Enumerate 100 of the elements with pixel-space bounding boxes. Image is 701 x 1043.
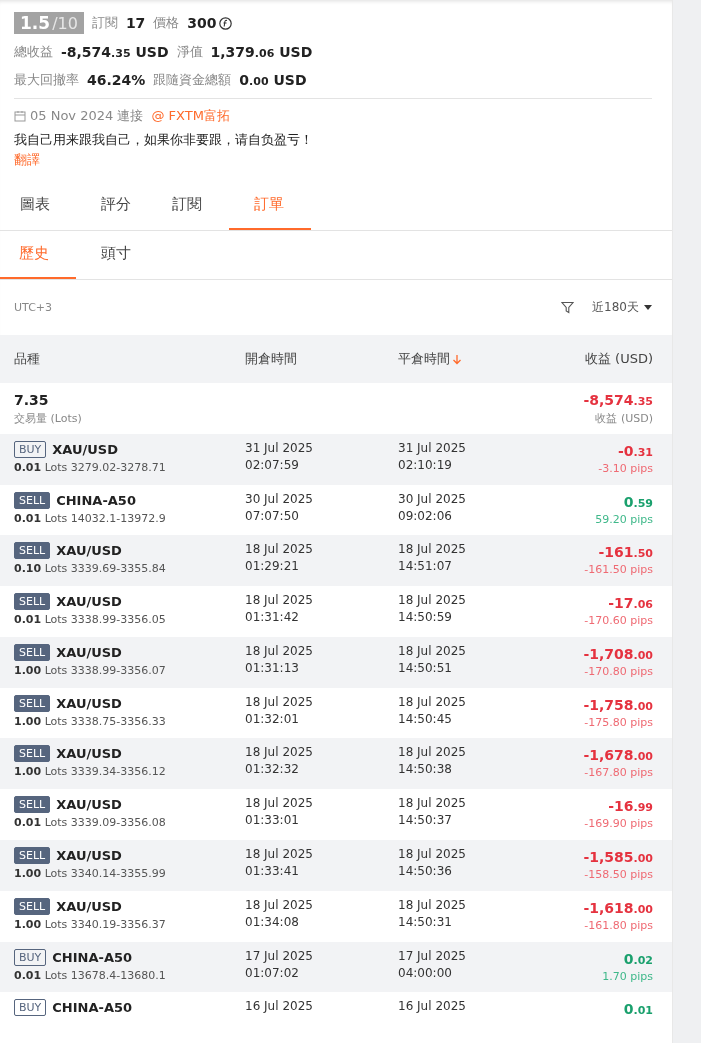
side-badge: SELL [14, 694, 51, 712]
period-dropdown[interactable]: 近180天 [592, 298, 652, 316]
stat-value: 17 [125, 15, 146, 31]
symbol: CHINA-A50 [52, 1000, 133, 1016]
close-date: 18 Jul 2025 [398, 593, 467, 608]
open-date: 31 Jul 2025 [245, 440, 314, 455]
side-badge: BUY [14, 999, 47, 1017]
open-time: 02:07:59 [245, 457, 300, 472]
close-date: 18 Jul 2025 [398, 897, 467, 912]
pips-value: -158.50 pips [584, 868, 653, 881]
stat-label: 跟隨資金總額 [153, 71, 232, 89]
open-date: 18 Jul 2025 [245, 593, 314, 608]
stat-value: 46.24% [87, 72, 146, 88]
side-badge: SELL [14, 491, 51, 509]
open-time: 01:33:01 [245, 813, 300, 828]
symbol: XAU/USD [56, 644, 122, 660]
pips-value: -161.80 pips [584, 918, 653, 932]
symbol: XAU/USD [56, 695, 122, 711]
symbol: XAU/USD [52, 441, 119, 457]
profit-amount: -161.50 [598, 544, 653, 561]
open-time: 01:32:32 [245, 762, 300, 777]
stat-value: 1,379.06 USD [210, 44, 313, 60]
lots-info: 1.00 Lots 3338.75-3356.33 [14, 714, 167, 728]
tab[interactable]: 訂閱 [158, 181, 229, 230]
column-header: 品種 [14, 350, 41, 368]
close-date: 18 Jul 2025 [398, 542, 467, 557]
symbol: XAU/USD [56, 797, 122, 813]
lots-label: 交易量 (Lots) [14, 410, 83, 426]
symbol: XAU/USD [56, 746, 122, 762]
open-date: 18 Jul 2025 [245, 694, 314, 709]
symbol: CHINA-A50 [52, 949, 133, 965]
close-date: 17 Jul 2025 [398, 948, 467, 963]
close-date: 18 Jul 2025 [398, 745, 467, 760]
close-time: 02:10:19 [398, 457, 453, 472]
close-time: 14:50:31 [398, 914, 453, 929]
stat-value: 300 [187, 15, 217, 31]
calendar-icon [14, 110, 26, 122]
profit-amount: 0.02 [623, 950, 653, 967]
close-time: 14:51:07 [398, 559, 453, 574]
tab[interactable]: 頭寸 [76, 230, 156, 280]
lots-info: 0.01 Lots 3339.09-3356.08 [14, 816, 167, 830]
lots-info: 1.00 Lots 3339.34-3356.12 [14, 765, 167, 779]
close-time: 14:50:59 [398, 610, 453, 625]
side-badge: SELL [14, 593, 51, 611]
stat-value: 0.00 USD [239, 72, 307, 88]
open-time: 01:32:01 [245, 711, 300, 726]
close-time: 14:50:38 [398, 762, 453, 777]
open-date: 18 Jul 2025 [245, 643, 314, 658]
side-badge: SELL [14, 643, 51, 661]
total-lots: 7.35 [14, 391, 50, 408]
close-time: 14:50:45 [398, 711, 453, 726]
lots-info: 1.00 Lots 3340.19-3356.37 [14, 917, 167, 931]
open-date: 18 Jul 2025 [245, 542, 314, 557]
open-time: 01:31:13 [245, 660, 300, 675]
pips-value: 1.70 pips [602, 969, 653, 983]
tab[interactable]: 評分 [87, 181, 158, 230]
profit-amount: 0.59 [623, 493, 653, 510]
timezone-label: UTC+3 [14, 300, 53, 314]
coin-icon [218, 16, 232, 30]
profit-amount: -16.99 [608, 798, 653, 815]
pips-value: -175.80 pips [584, 715, 653, 729]
profit-amount: -1,758.00 [583, 696, 653, 713]
close-date: 18 Jul 2025 [398, 796, 467, 811]
lots-info: 0.10 Lots 3339.69-3355.84 [14, 562, 167, 576]
profit-amount: -1,585.00 [583, 849, 653, 865]
profit-amount: -0.31 [617, 442, 653, 459]
stat-label: 淨值 [176, 43, 203, 61]
lots-info: 0.01 Lots 14032.1-13972.9 [14, 511, 167, 525]
close-date: 18 Jul 2025 [398, 643, 467, 658]
open-date: 16 Jul 2025 [245, 999, 314, 1014]
join-date: 05 Nov 2024 連接 [30, 107, 144, 125]
stat-label: 價格 [153, 14, 180, 32]
side-badge: BUY [14, 948, 47, 966]
open-time: 01:07:02 [245, 965, 300, 980]
column-header: 收益 (USD) [584, 350, 653, 368]
filter-icon[interactable] [561, 300, 575, 314]
open-time: 01:34:08 [245, 914, 300, 929]
open-time: 07:07:50 [245, 508, 300, 523]
open-date: 17 Jul 2025 [245, 948, 314, 963]
profit-amount: -1,708.00 [583, 645, 653, 662]
symbol: CHINA-A50 [56, 492, 136, 508]
pips-value: -167.80 pips [584, 766, 653, 780]
side-badge: SELL [14, 542, 51, 560]
side-badge: SELL [14, 796, 51, 814]
symbol: XAU/USD [56, 898, 122, 914]
tab[interactable]: 圖表 [0, 181, 87, 230]
pips-value: -3.10 pips [598, 461, 653, 475]
close-time: 09:02:06 [398, 508, 453, 523]
open-time: 01:31:42 [245, 610, 300, 625]
close-time: 14:50:51 [398, 660, 453, 675]
caret-icon [644, 304, 652, 310]
close-date: 30 Jul 2025 [398, 491, 467, 506]
pips-value: 59.20 pips [595, 512, 653, 526]
stat-label: 訂閱 [91, 14, 118, 32]
lots-info: 1.00 Lots 3340.14-3355.99 [14, 867, 167, 880]
stat-label: 總收益 [14, 43, 53, 61]
close-time: 14:50:37 [398, 813, 453, 828]
rating-badge: 1.5/10 [14, 12, 84, 34]
column-header[interactable]: 平倉時間 [398, 350, 503, 368]
profit-amount: 0.01 [623, 1001, 653, 1018]
